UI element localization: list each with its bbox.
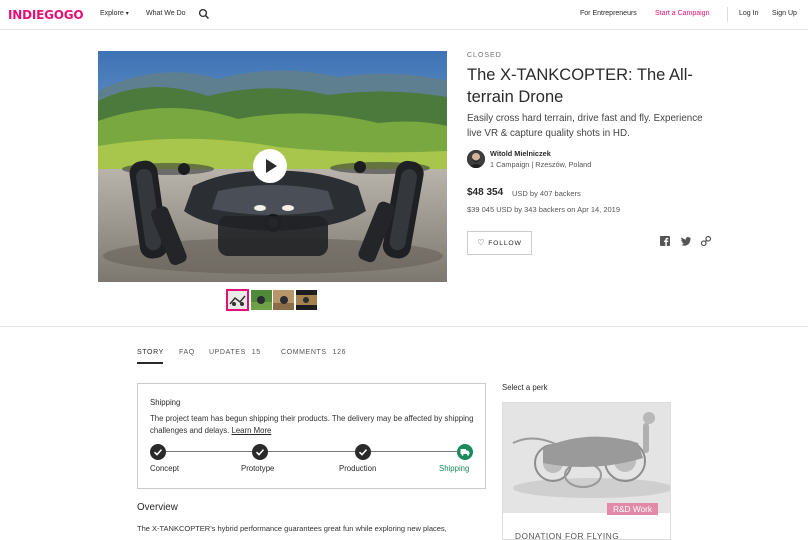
nav-log-in[interactable]: Log In [739, 10, 758, 17]
owner-name-link[interactable]: Witold Mielniczek [490, 149, 551, 158]
step-production: Production [339, 464, 377, 473]
perk-heading: Select a perk [502, 383, 548, 392]
step-prototype: Prototype [241, 464, 275, 473]
shipping-status-card: Shipping The project team has begun ship… [137, 383, 486, 489]
thumbnail-3[interactable] [273, 290, 294, 310]
learn-more-link[interactable]: Learn More [232, 426, 272, 435]
truck-icon [457, 444, 473, 460]
progress-line [166, 451, 252, 452]
perk-badge: R&D Work [607, 503, 659, 515]
check-icon [252, 444, 268, 460]
tab-updates[interactable]: UPDATES 15 [209, 349, 261, 356]
shipping-description: The project team has begun shipping thei… [150, 413, 475, 437]
section-divider [0, 326, 808, 327]
campaign-title: The X-TANKCOPTER: The All-terrain Drone [467, 66, 693, 106]
play-button[interactable] [253, 149, 287, 183]
raised-meta: USD by 407 backers [512, 189, 581, 198]
tab-label: STORY [137, 349, 164, 356]
shipping-title: Shipping [150, 398, 181, 407]
campaign-tagline: Easily cross hard terrain, drive fast an… [467, 113, 703, 139]
progress-line [268, 451, 355, 452]
nav-for-entrepreneurs[interactable]: For Entrepreneurs [580, 10, 637, 17]
campaign-status: CLOSED [467, 52, 502, 59]
follow-button-label: FOLLOW [488, 240, 522, 247]
chevron-down-icon: ▾ [125, 11, 129, 17]
indiegogo-logo[interactable]: INDIEGOGO [8, 8, 84, 22]
top-nav: INDIEGOGO Explore ▾ What We Do For Entrep… [0, 0, 808, 30]
check-icon [150, 444, 166, 460]
perk-card[interactable]: R&D Work DONATION FOR FLYING [502, 402, 671, 540]
link-icon[interactable] [700, 235, 712, 247]
nav-start-campaign[interactable]: Start a Campaign [655, 10, 709, 17]
overview-heading: Overview [137, 502, 178, 513]
thumbnail-1[interactable] [226, 289, 249, 311]
nav-explore-label: Explore [100, 10, 124, 17]
shipping-text: The project team has begun shipping thei… [150, 414, 474, 435]
raised-amount: $48 354 [467, 187, 504, 198]
tab-label: COMMENTS [281, 349, 327, 356]
tab-faq[interactable]: FAQ [179, 349, 195, 356]
avatar[interactable] [467, 150, 485, 168]
nav-divider [727, 7, 728, 22]
tab-count: 15 [251, 349, 261, 356]
perk-image [503, 403, 670, 513]
nav-what-we-do[interactable]: What We Do [146, 10, 186, 17]
tab-label: UPDATES [209, 349, 246, 356]
tab-label: FAQ [179, 349, 195, 356]
nav-explore[interactable]: Explore ▾ [100, 10, 129, 17]
progress-line [371, 451, 457, 452]
tab-story[interactable]: STORY [137, 349, 164, 356]
step-shipping: Shipping [439, 464, 470, 473]
perk-title: DONATION FOR FLYING [515, 531, 620, 540]
step-concept: Concept [150, 464, 180, 473]
facebook-icon[interactable] [659, 235, 671, 247]
heart-icon: ♡ [477, 238, 486, 247]
active-tab-indicator [137, 362, 163, 364]
owner-avatar-image [467, 150, 485, 168]
tab-count: 126 [332, 349, 347, 356]
nav-sign-up[interactable]: Sign Up [772, 10, 797, 17]
check-icon [355, 444, 371, 460]
follow-button[interactable]: ♡ FOLLOW [467, 231, 532, 255]
thumbnail-4[interactable] [296, 290, 317, 310]
campaign-video[interactable] [98, 51, 447, 282]
prior-funding: $39 045 USD by 343 backers on Apr 14, 20… [467, 205, 621, 214]
thumbnail-2[interactable] [251, 290, 272, 310]
twitter-icon[interactable] [680, 235, 692, 247]
tab-comments[interactable]: COMMENTS 126 [281, 349, 346, 356]
search-icon[interactable] [198, 8, 210, 20]
owner-meta: 1 Campaign | Rzeszów, Poland [490, 160, 592, 169]
story-paragraph: The X-TANKCOPTER's hybrid performance gu… [137, 524, 447, 533]
